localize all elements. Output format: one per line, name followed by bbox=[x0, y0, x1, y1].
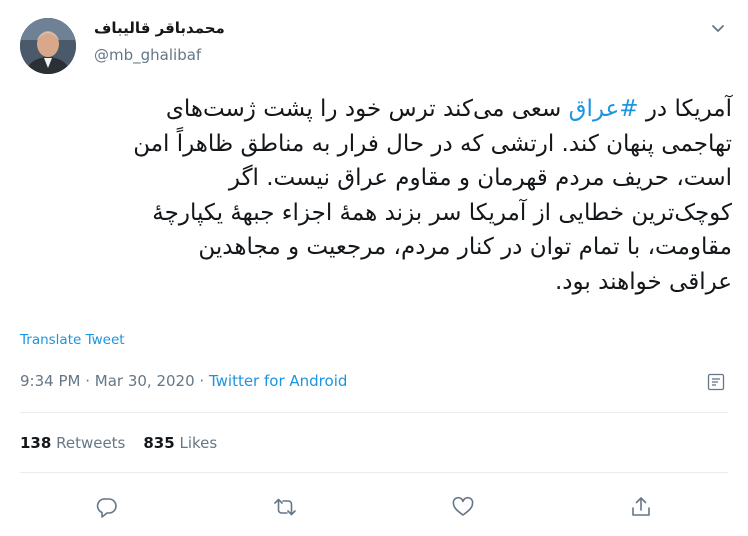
tweet-line: مقاومت، با تمام توان در کنار مردم، مرجعی… bbox=[198, 234, 732, 260]
tweet-line: عراقی خواهند بود. bbox=[554, 268, 732, 295]
author-name[interactable]: محمدباقر قالیباف bbox=[94, 19, 225, 37]
meta-separator: · bbox=[194, 372, 209, 390]
retweet-icon bbox=[274, 498, 296, 516]
likes-count: 835 bbox=[143, 434, 175, 452]
avatar-image bbox=[20, 18, 76, 74]
analytics-icon[interactable] bbox=[706, 372, 726, 392]
retweets-label: Retweets bbox=[56, 434, 126, 452]
tweet-source-link[interactable]: Twitter for Android bbox=[209, 372, 347, 390]
tweet-line: آمریکا در #عراق سعی می‌کند ترس خود را پش… bbox=[20, 92, 732, 127]
share-button[interactable] bbox=[628, 494, 654, 520]
tweet-time[interactable]: 9:34 PM bbox=[20, 372, 80, 390]
translate-tweet-link[interactable]: Translate Tweet bbox=[20, 332, 125, 348]
share-icon bbox=[632, 497, 650, 516]
tweet-date[interactable]: Mar 30, 2020 bbox=[95, 372, 195, 390]
avatar[interactable] bbox=[20, 18, 76, 74]
tweet-line: تهاجمی پنهان کند. ارتشی که در حال فرار ب… bbox=[133, 130, 732, 157]
divider bbox=[20, 472, 728, 473]
author-handle[interactable]: @mb_ghalibaf bbox=[94, 46, 201, 64]
retweets-count: 138 bbox=[20, 434, 52, 452]
like-button[interactable] bbox=[450, 494, 476, 520]
tweet-text-segment: آمریکا در bbox=[638, 96, 732, 122]
chevron-down-icon[interactable] bbox=[708, 18, 728, 38]
hashtag-link[interactable]: #عراق bbox=[569, 96, 639, 122]
tweet-text-segment: سعی می‌کند ترس خود را پشت ژست‌های bbox=[165, 96, 569, 122]
tweet-line: کوچک‌ترین خطایی از آمریکا سر بزند همهٔ ا… bbox=[152, 199, 732, 226]
divider bbox=[20, 412, 728, 413]
meta-separator: · bbox=[80, 372, 95, 390]
tweet-meta: 9:34 PM · Mar 30, 2020 · Twitter for And… bbox=[20, 372, 347, 390]
likes-label: Likes bbox=[179, 434, 218, 452]
retweets-stat[interactable]: 138 Retweets bbox=[20, 434, 125, 452]
tweet-text: آمریکا در #عراق سعی می‌کند ترس خود را پش… bbox=[20, 92, 732, 299]
retweet-button[interactable] bbox=[272, 494, 298, 520]
heart-icon bbox=[452, 496, 474, 516]
reply-icon bbox=[96, 498, 117, 518]
reply-button[interactable] bbox=[94, 494, 120, 520]
tweet-stats: 138 Retweets 835 Likes bbox=[20, 434, 217, 452]
tweet-line: است، حریف مردم قهرمان و مقاوم عراق نیست.… bbox=[228, 165, 732, 191]
likes-stat[interactable]: 835 Likes bbox=[143, 434, 217, 452]
